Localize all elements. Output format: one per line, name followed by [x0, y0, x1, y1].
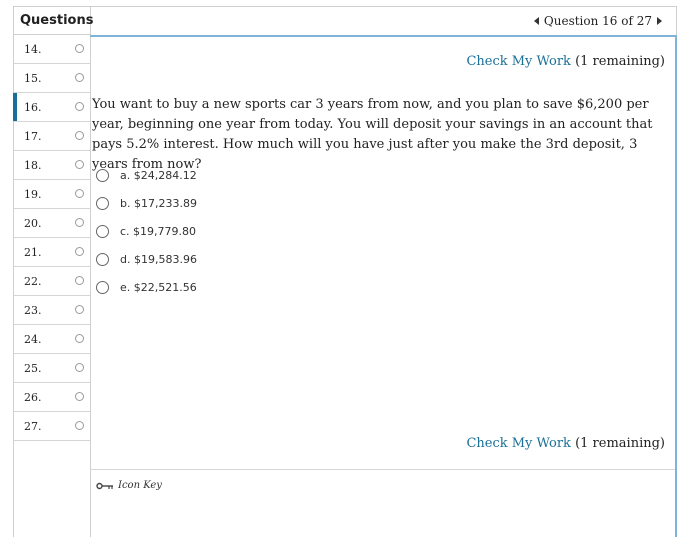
question-number: 17.	[24, 130, 42, 143]
question-content: Check My Work (1 remaining) You want to …	[90, 35, 677, 537]
status-circle-icon	[75, 421, 84, 430]
assignment-frame: Questions 14. 15. 16. 17. 18. 19. 20. 21…	[13, 6, 677, 537]
status-circle-icon	[75, 189, 84, 198]
question-item-15[interactable]: 15.	[14, 64, 90, 93]
question-topbar: Question 16 of 27	[90, 6, 677, 35]
remaining-count: (1 remaining)	[575, 436, 665, 451]
question-number: 26.	[24, 391, 42, 404]
question-item-17[interactable]: 17.	[14, 122, 90, 151]
question-item-16[interactable]: 16.	[13, 93, 90, 122]
check-my-work-link[interactable]: Check My Work	[466, 54, 571, 69]
question-number: 19.	[24, 188, 42, 201]
question-item-24[interactable]: 24.	[14, 325, 90, 354]
question-item-14[interactable]: 14.	[14, 35, 90, 64]
question-item-20[interactable]: 20.	[14, 209, 90, 238]
question-item-27[interactable]: 27.	[14, 412, 90, 441]
status-circle-icon	[75, 218, 84, 227]
option-label: b. $17,233.89	[120, 196, 197, 210]
question-item-21[interactable]: 21.	[14, 238, 90, 267]
status-circle-icon	[75, 305, 84, 314]
question-number: 14.	[24, 43, 42, 56]
option-e[interactable]: e. $22,521.56	[96, 273, 197, 301]
question-navigation: Question 16 of 27	[533, 14, 662, 28]
question-list: 14. 15. 16. 17. 18. 19. 20. 21. 22. 23. …	[13, 35, 90, 441]
status-circle-icon	[75, 334, 84, 343]
option-c[interactable]: c. $19,779.80	[96, 217, 197, 245]
status-circle-icon	[75, 363, 84, 372]
option-label: e. $22,521.56	[120, 280, 197, 294]
question-counter: Question 16 of 27	[543, 14, 652, 28]
question-number: 21.	[24, 246, 42, 259]
radio-button[interactable]	[96, 280, 109, 294]
divider	[90, 469, 675, 470]
radio-button[interactable]	[96, 168, 109, 182]
status-circle-icon	[75, 160, 84, 169]
question-number: 18.	[24, 159, 42, 172]
question-number: 16.	[24, 101, 42, 114]
status-circle-icon	[75, 392, 84, 401]
next-arrow-icon[interactable]	[657, 17, 662, 25]
question-item-26[interactable]: 26.	[14, 383, 90, 412]
check-my-work-bottom: Check My Work (1 remaining)	[466, 436, 665, 451]
sidebar-title: Questions	[14, 6, 93, 35]
key-icon	[96, 482, 113, 489]
question-number: 27.	[24, 420, 42, 433]
question-number: 15.	[24, 72, 42, 85]
option-label: c. $19,779.80	[120, 224, 197, 238]
status-circle-icon	[75, 247, 84, 256]
status-circle-icon	[75, 102, 84, 111]
icon-key-label: Icon Key	[118, 480, 162, 491]
icon-key[interactable]: Icon Key	[96, 480, 162, 491]
check-my-work-top: Check My Work (1 remaining)	[466, 54, 665, 69]
question-item-25[interactable]: 25.	[14, 354, 90, 383]
status-circle-icon	[75, 44, 84, 53]
status-circle-icon	[75, 276, 84, 285]
option-a[interactable]: a. $24,284.12	[96, 161, 197, 189]
question-number: 22.	[24, 275, 42, 288]
answer-options: a. $24,284.12 b. $17,233.89 c. $19,779.8…	[96, 161, 197, 301]
question-item-19[interactable]: 19.	[14, 180, 90, 209]
remaining-count: (1 remaining)	[575, 54, 665, 69]
previous-arrow-icon[interactable]	[533, 17, 539, 25]
question-number: 24.	[24, 333, 42, 346]
status-circle-icon	[75, 73, 84, 82]
question-item-22[interactable]: 22.	[14, 267, 90, 296]
question-item-18[interactable]: 18.	[14, 151, 90, 180]
status-circle-icon	[75, 131, 84, 140]
question-item-23[interactable]: 23.	[14, 296, 90, 325]
option-label: d. $19,583.96	[120, 252, 197, 266]
question-sidebar: Questions 14. 15. 16. 17. 18. 19. 20. 21…	[13, 6, 93, 537]
radio-button[interactable]	[96, 224, 109, 238]
option-label: a. $24,284.12	[120, 168, 197, 182]
radio-button[interactable]	[96, 196, 109, 210]
question-number: 25.	[24, 362, 42, 375]
radio-button[interactable]	[96, 252, 109, 266]
question-number: 20.	[24, 217, 42, 230]
question-number: 23.	[24, 304, 42, 317]
option-b[interactable]: b. $17,233.89	[96, 189, 197, 217]
option-d[interactable]: d. $19,583.96	[96, 245, 197, 273]
check-my-work-link[interactable]: Check My Work	[466, 436, 571, 451]
